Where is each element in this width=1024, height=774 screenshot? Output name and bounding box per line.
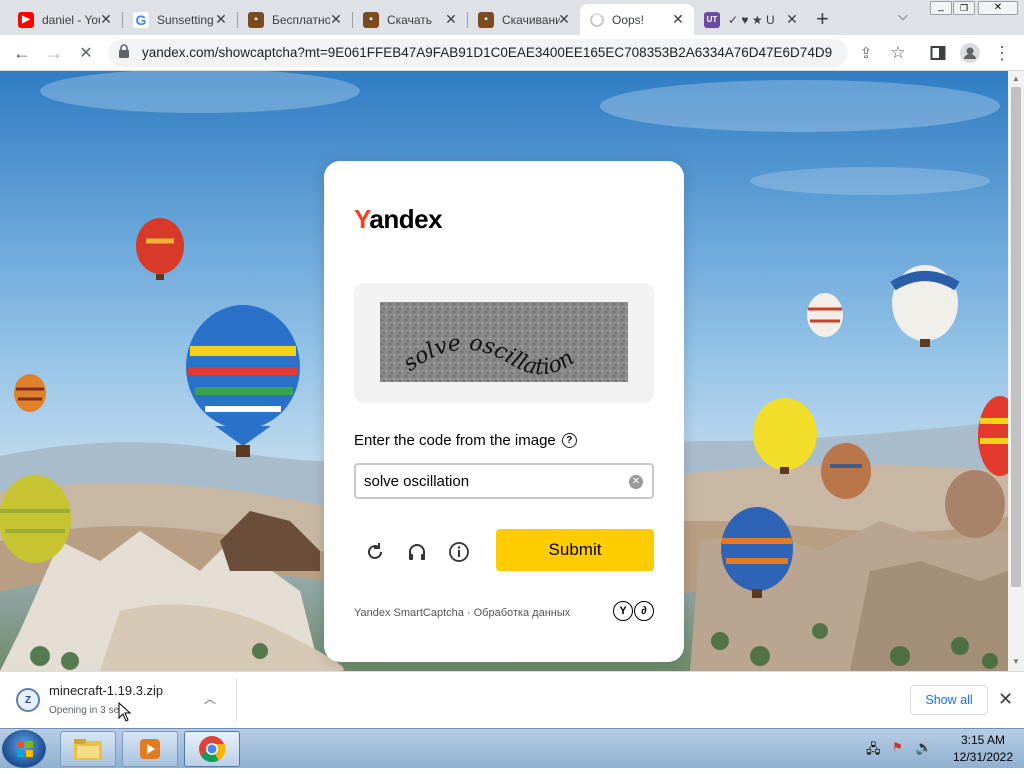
forward-arrow-icon[interactable]: → bbox=[40, 39, 68, 67]
tab-minecraft-1[interactable]: ▪ Бесплатно ✕ bbox=[238, 4, 353, 35]
lock-icon[interactable] bbox=[118, 44, 130, 64]
captcha-card: Yandex solve oscillation Enter the code … bbox=[324, 161, 684, 662]
media-player-icon bbox=[140, 739, 160, 759]
network-icon[interactable]: 🖧 bbox=[866, 740, 881, 762]
address-bar[interactable]: yandex.com/showcaptcha?mt=9E061FFEB47A9F… bbox=[108, 39, 848, 67]
minecraft-icon: ▪ bbox=[363, 11, 379, 28]
tab-strip: ▶ daniel - YouTube ✕ G Sunsetting ✕ ▪ Бе… bbox=[0, 0, 1024, 35]
download-filename: minecraft-1.19.3.zip bbox=[49, 683, 164, 698]
tab-title: Скачать bbox=[387, 12, 432, 27]
tab-minecraft-3[interactable]: ▪ Скачивание ✕ bbox=[468, 4, 580, 35]
start-button[interactable] bbox=[2, 730, 46, 768]
minecraft-icon: ▪ bbox=[248, 11, 264, 28]
balloon-brown-far-right bbox=[945, 470, 1005, 538]
tab-close-icon[interactable]: ✕ bbox=[556, 11, 572, 27]
balloon-striped-small-left bbox=[14, 374, 46, 412]
windows-logo-icon bbox=[17, 741, 33, 757]
window-close-icon[interactable]: ✕ bbox=[978, 1, 1018, 15]
taskbar-media-player[interactable] bbox=[122, 731, 178, 767]
taskbar-chrome[interactable] bbox=[184, 731, 240, 767]
menu-kebab-icon[interactable]: ⋮ bbox=[988, 39, 1016, 67]
captcha-image-frame: solve oscillation bbox=[354, 283, 654, 403]
window-minimize-icon[interactable]: _ bbox=[930, 1, 952, 15]
tab-close-icon[interactable]: ✕ bbox=[213, 11, 229, 27]
captcha-prompt: Enter the code from the image ? bbox=[354, 432, 577, 449]
windows-taskbar: 🖧 ⚑ 🔊 3:15 AM 12/31/2022 bbox=[0, 728, 1024, 768]
page-scrollbar[interactable]: ▲ ▼ bbox=[1008, 71, 1024, 671]
smartcaptcha-badge: Y ∂ bbox=[612, 601, 654, 621]
captcha-footer-link[interactable]: Yandex SmartCaptcha · Обработка данных bbox=[354, 607, 570, 619]
tab-title: ✓ ♥ ★ U bbox=[728, 12, 775, 27]
chevron-up-icon[interactable]: ︿ bbox=[204, 690, 216, 707]
page-viewport: Yandex solve oscillation Enter the code … bbox=[0, 71, 1008, 671]
minecraft-icon: ▪ bbox=[478, 11, 494, 28]
profile-avatar-icon[interactable] bbox=[956, 39, 984, 67]
scroll-down-arrow-icon[interactable]: ▼ bbox=[1012, 657, 1020, 666]
chrome-icon bbox=[199, 736, 226, 763]
submit-button[interactable]: Submit bbox=[496, 529, 654, 571]
info-icon[interactable] bbox=[446, 539, 472, 565]
scroll-up-arrow-icon[interactable]: ▲ bbox=[1012, 74, 1020, 83]
yandex-logo-y: Y bbox=[354, 204, 370, 234]
folder-icon bbox=[74, 739, 102, 760]
clock-time[interactable]: 3:15 AM bbox=[948, 733, 1018, 747]
balloon-brown-stripe-right bbox=[821, 443, 871, 499]
tab-title: Бесплатно bbox=[272, 12, 330, 27]
yandex-logo-rest: andex bbox=[369, 204, 443, 234]
tab-youtube[interactable]: ▶ daniel - YouTube ✕ bbox=[8, 4, 123, 35]
youtube-icon: ▶ bbox=[18, 11, 34, 28]
mouse-cursor-icon bbox=[118, 702, 132, 722]
tab-search-chevron-icon[interactable]: ⌵ bbox=[898, 8, 908, 24]
tab-title: Oops! bbox=[612, 12, 645, 27]
close-download-bar-icon[interactable]: ✕ bbox=[998, 689, 1013, 710]
google-icon: G bbox=[133, 11, 149, 28]
tab-close-icon[interactable]: ✕ bbox=[328, 11, 344, 27]
tab-title: daniel - YouTube bbox=[42, 12, 100, 27]
captcha-image: solve oscillation bbox=[380, 302, 628, 382]
tab-close-icon[interactable]: ✕ bbox=[98, 11, 114, 27]
yandex-logo: Yandex bbox=[354, 204, 443, 235]
captcha-prompt-text: Enter the code from the image bbox=[354, 432, 556, 449]
tab-close-icon[interactable]: ✕ bbox=[784, 11, 800, 27]
new-tab-icon[interactable]: + bbox=[816, 6, 829, 32]
tab-minecraft-2[interactable]: ▪ Скачать ✕ bbox=[353, 4, 468, 35]
browser-toolbar: ← → ✕ yandex.com/showcaptcha?mt=9E061FFE… bbox=[0, 35, 1024, 71]
back-arrow-icon[interactable]: ← bbox=[8, 39, 36, 67]
clock-date[interactable]: 12/31/2022 bbox=[948, 750, 1018, 764]
tab-ut[interactable]: UT ✓ ♥ ★ U ✕ bbox=[694, 4, 808, 35]
scroll-thumb[interactable] bbox=[1011, 87, 1021, 587]
loading-spinner-icon bbox=[590, 12, 604, 27]
tab-title: Скачивание bbox=[502, 12, 560, 27]
tab-title: Sunsetting bbox=[157, 12, 214, 27]
taskbar-explorer[interactable] bbox=[60, 731, 116, 767]
captcha-answer-input[interactable] bbox=[354, 463, 654, 499]
side-panel-icon[interactable] bbox=[924, 39, 952, 67]
window-restore-icon[interactable]: ❐ bbox=[953, 1, 975, 15]
question-mark-icon[interactable]: ? bbox=[561, 433, 577, 448]
yandex-badge-icon: Y bbox=[613, 601, 633, 621]
url-text: yandex.com/showcaptcha?mt=9E061FFEB47A9F… bbox=[142, 45, 832, 60]
refresh-icon[interactable] bbox=[362, 539, 388, 565]
headphones-audio-icon[interactable] bbox=[404, 539, 430, 565]
tab-close-icon[interactable]: ✕ bbox=[443, 11, 459, 27]
zip-archive-icon: Z bbox=[16, 688, 40, 712]
download-status: Opening in 3 se... bbox=[49, 705, 128, 716]
download-bar: Z minecraft-1.19.3.zip Opening in 3 se..… bbox=[0, 671, 1024, 728]
tab-google[interactable]: G Sunsetting ✕ bbox=[123, 4, 238, 35]
show-all-downloads-button[interactable]: Show all bbox=[910, 685, 988, 715]
bookmark-star-icon[interactable]: ☆ bbox=[884, 39, 912, 67]
balloon-yellow-green-left bbox=[0, 475, 71, 563]
system-tray: 🖧 ⚑ 🔊 3:15 AM 12/31/2022 bbox=[860, 729, 1024, 769]
share-icon[interactable]: ⇪ bbox=[852, 39, 880, 67]
stop-loading-icon[interactable]: ✕ bbox=[72, 39, 100, 67]
action-center-flag-icon[interactable]: ⚑ bbox=[892, 740, 903, 754]
tab-oops-active[interactable]: Oops! ✕ bbox=[580, 4, 694, 35]
tab-close-icon[interactable]: ✕ bbox=[670, 11, 686, 27]
smartcaptcha-badge-icon: ∂ bbox=[634, 601, 654, 621]
volume-icon[interactable]: 🔊 bbox=[915, 739, 932, 756]
ut-icon: UT bbox=[704, 11, 720, 28]
clear-input-icon[interactable]: ✕ bbox=[629, 475, 643, 489]
balloon-white-red-right bbox=[807, 293, 843, 337]
